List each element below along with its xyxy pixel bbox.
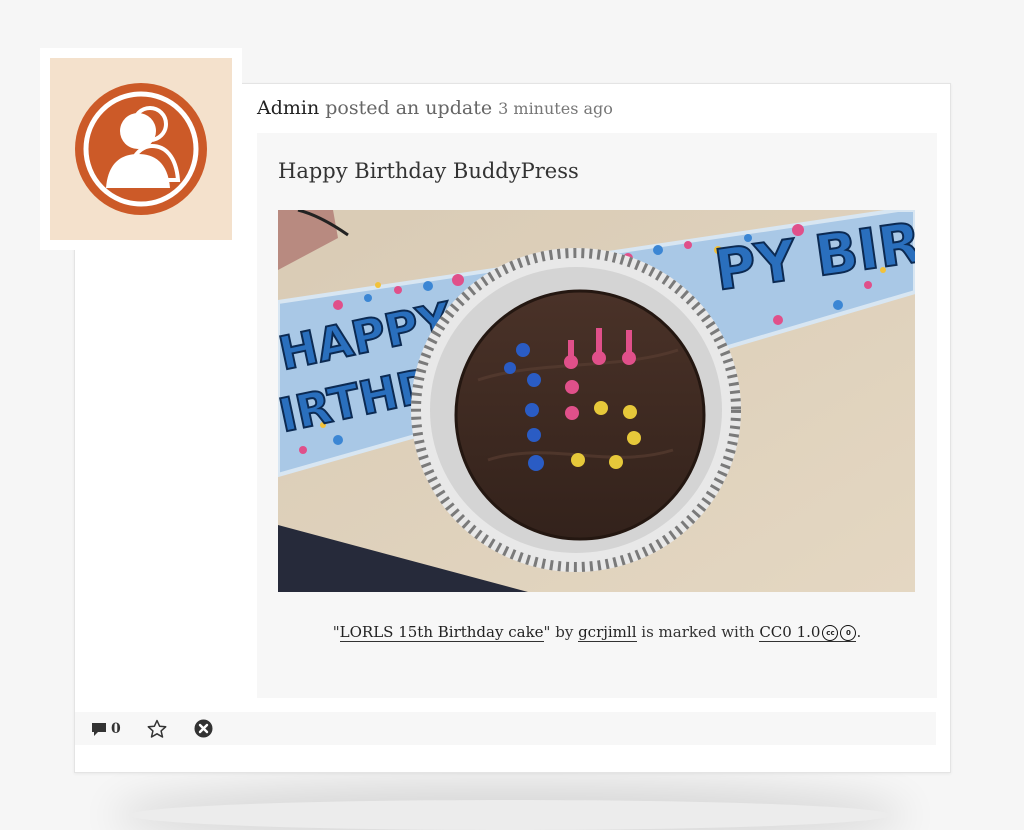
activity-time[interactable]: 3 minutes ago (498, 99, 613, 118)
birthday-cake-photo[interactable]: HAPPY IRTHDAY PY BIR (278, 210, 915, 592)
activity-actions: 0 (75, 712, 936, 745)
user-link[interactable]: Admin (257, 97, 319, 119)
credit-license-link[interactable]: CC0 1.0 cc 0 (759, 623, 857, 642)
activity-action: posted an update (325, 97, 493, 119)
post-title: Happy Birthday BuddyPress (278, 159, 579, 183)
zero-icon: 0 (840, 625, 857, 641)
comment-button[interactable]: 0 (91, 712, 121, 745)
credit-author-link[interactable]: gcrjimll (578, 623, 637, 642)
close-circle-icon (194, 719, 213, 738)
delete-button[interactable] (194, 712, 213, 745)
cc-icon: cc (822, 625, 839, 641)
user-group-icon (75, 83, 207, 215)
star-icon (147, 719, 167, 738)
comment-count: 0 (111, 720, 121, 737)
credit-period: . (856, 623, 862, 641)
image-credit: "LORLS 15th Birthday cake" by gcrjimll i… (257, 623, 937, 642)
credit-marked-text: is marked with (636, 623, 760, 641)
avatar-frame[interactable] (40, 48, 242, 250)
comment-icon (92, 722, 106, 736)
credit-work-link[interactable]: LORLS 15th Birthday cake (339, 623, 544, 642)
credit-by-text: " by (543, 623, 579, 641)
favorite-button[interactable] (147, 712, 167, 745)
license-label: CC0 1.0 (759, 623, 821, 641)
activity-header: Admin posted an update 3 minutes ago (257, 96, 613, 121)
credit-open-quote: " (332, 623, 340, 641)
avatar[interactable] (50, 58, 232, 240)
activity-content: Happy Birthday BuddyPress HAPPY IRTHDAY … (257, 133, 937, 698)
card-shadow (130, 800, 890, 830)
